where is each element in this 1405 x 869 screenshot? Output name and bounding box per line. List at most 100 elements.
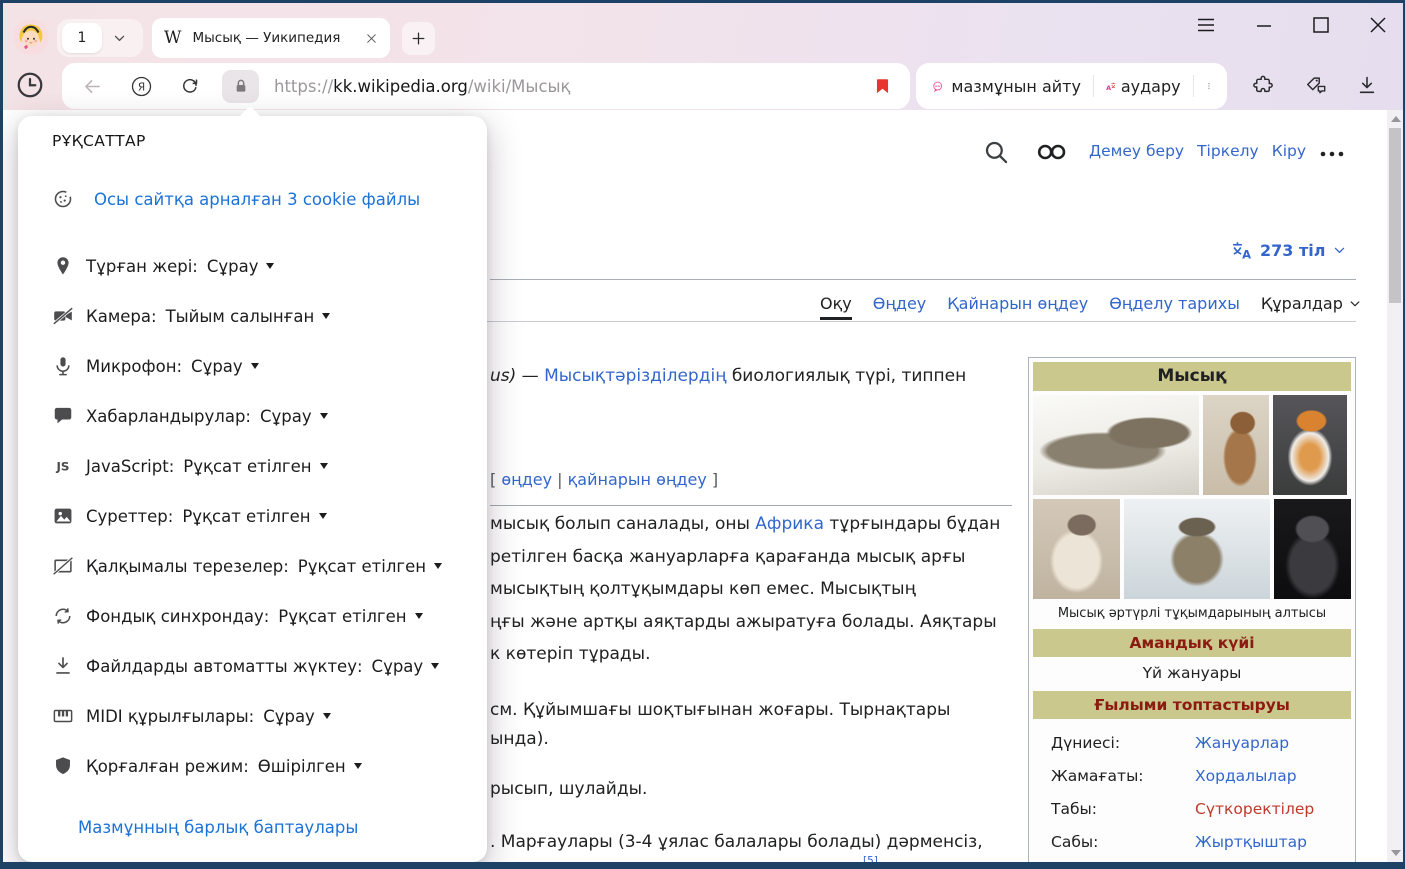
window-minimize-button[interactable] [1252, 13, 1276, 37]
more-menu-dots-icon[interactable] [1318, 147, 1346, 161]
caret-down-icon[interactable] [320, 463, 328, 469]
taxonomy-value-link[interactable]: Жыртқыштар [1195, 833, 1351, 851]
caret-down-icon[interactable] [323, 713, 331, 719]
permission-value[interactable]: Сұрау [191, 357, 243, 376]
appearance-glasses-icon[interactable] [1036, 143, 1068, 161]
all-content-settings-row: Мазмұнның барлық баптаулары [78, 818, 358, 837]
read-aloud-button[interactable]: мазмұнын айту [951, 77, 1081, 96]
article-text-line: рысып, шулайды. [490, 779, 647, 799]
permission-row[interactable]: JS JavaScript: Рұқсат етілген [52, 453, 328, 479]
tab-Құралдар[interactable]: Құралдар [1261, 294, 1362, 313]
browser-tab[interactable]: W Мысық — Уикипедия [152, 18, 390, 58]
window-close-button[interactable] [1366, 13, 1390, 37]
site-permissions-lock-button[interactable] [222, 70, 259, 103]
window-frame-left [0, 0, 3, 869]
search-icon[interactable] [983, 139, 1009, 165]
tab-count-badge[interactable]: 1 [62, 23, 102, 53]
permission-value[interactable]: Өшірілген [258, 757, 346, 776]
permission-value[interactable]: Тыйым салынған [166, 307, 315, 326]
article-link[interactable]: Африка [755, 514, 824, 534]
caret-down-icon[interactable] [431, 663, 439, 669]
collections-tag-icon[interactable] [1305, 74, 1327, 96]
permission-row[interactable]: Хабарландырулар: Сұрау [52, 403, 328, 429]
chevron-down-icon[interactable] [112, 31, 127, 46]
permission-row[interactable]: Фондық синхрондау: Рұқсат етілген [52, 603, 423, 629]
article-text-line: ретілген басқа жануарларға қарағанда мыс… [490, 547, 965, 567]
window-maximize-button[interactable] [1309, 13, 1333, 37]
language-selector[interactable]: A 273 тіл [1230, 239, 1347, 262]
permission-value[interactable]: Рұқсат етілген [298, 557, 426, 576]
back-arrow-icon[interactable] [82, 76, 103, 97]
tab-Өңделу тарихы[interactable]: Өңделу тарихы [1109, 294, 1240, 313]
permission-value[interactable]: Рұқсат етілген [278, 607, 406, 626]
window-menu-button[interactable] [1194, 13, 1218, 37]
all-content-settings-link[interactable]: Мазмұнның барлық баптаулары [78, 818, 358, 837]
profile-avatar-icon[interactable] [13, 19, 49, 55]
permission-value[interactable]: Сұрау [260, 407, 312, 426]
bookmark-flag-icon[interactable] [873, 75, 892, 97]
taxonomy-value-link[interactable]: Жануарлар [1195, 734, 1351, 752]
history-clock-icon[interactable] [15, 70, 45, 100]
siamese-cat-photo[interactable] [1033, 499, 1120, 599]
wiki-header-link[interactable]: Кіру [1272, 142, 1306, 160]
caret-down-icon[interactable] [415, 613, 423, 619]
permission-row[interactable]: Тұрған жері: Сұрау [52, 253, 274, 279]
caret-down-icon[interactable] [251, 363, 259, 369]
reload-icon[interactable] [180, 76, 200, 96]
popup-icon [52, 555, 74, 577]
abyssinian-cat-photo[interactable] [1203, 395, 1269, 495]
address-bar[interactable]: Я https://kk.wikipedia.org/wiki/Мысық [62, 63, 910, 109]
permission-value[interactable]: Рұқсат етілген [183, 457, 311, 476]
scrollbar-up-arrow[interactable] [1391, 116, 1401, 122]
wiki-header-link[interactable]: Демеу беру [1089, 142, 1184, 160]
infobox: Мысық Мысық әртүрлі тұқымдарының алтысы … [1028, 357, 1356, 869]
caret-down-icon[interactable] [266, 263, 274, 269]
permission-value[interactable]: Сұрау [263, 707, 315, 726]
edit-source-link[interactable]: қайнарын өңдеу [568, 470, 707, 489]
tab-Өңдеу[interactable]: Өңдеу [873, 294, 927, 313]
bracket: ] [707, 470, 718, 489]
taxonomy-value-link[interactable]: Хордалылар [1195, 767, 1351, 785]
gray-cat-photo[interactable] [1274, 499, 1351, 599]
tab-close-icon[interactable] [365, 32, 378, 45]
permission-row[interactable]: Қорғалған режим: Өшірілген [52, 753, 362, 779]
new-tab-button[interactable] [402, 22, 435, 55]
tabby-cat-lying-photo[interactable] [1033, 395, 1199, 495]
tab-group-button[interactable]: 1 [57, 19, 143, 57]
tabby-cat-snow-photo[interactable] [1124, 499, 1270, 599]
wiki-header-link[interactable]: Тіркелу [1197, 142, 1259, 160]
permission-row[interactable]: Камера: Тыйым салынған [52, 303, 330, 329]
cookie-files-link[interactable]: Осы сайтқа арналған 3 cookie файлы [94, 190, 420, 209]
url-text[interactable]: https://kk.wikipedia.org/wiki/Мысық [274, 77, 571, 96]
tab-Қайнарын өңдеу[interactable]: Қайнарын өңдеу [947, 294, 1088, 313]
caret-down-icon[interactable] [322, 313, 330, 319]
read-aloud-icon[interactable]: «« [932, 75, 943, 98]
scrollbar-thumb[interactable] [1389, 128, 1401, 303]
permission-value[interactable]: Рұқсат етілген [182, 507, 310, 526]
orange-white-cat-photo[interactable] [1273, 395, 1347, 495]
more-options-icon[interactable] [1205, 78, 1213, 94]
extensions-puzzle-icon[interactable] [1252, 74, 1274, 96]
sync-icon [52, 605, 74, 627]
translate-icon[interactable]: A [1105, 75, 1116, 98]
caret-down-icon[interactable] [354, 763, 362, 769]
permission-row[interactable]: Файлдарды автоматты жүктеу: Сұрау [52, 653, 439, 679]
taxonomy-value-link[interactable]: Сүткоректілер [1195, 800, 1351, 818]
yandex-logo-icon[interactable]: Я [131, 76, 152, 97]
downloads-icon[interactable] [1356, 74, 1378, 96]
tab-Оқу[interactable]: Оқу [820, 294, 852, 320]
permission-value[interactable]: Сұрау [372, 657, 424, 676]
permission-row[interactable]: Микрофон: Сұрау [52, 353, 259, 379]
permission-row[interactable]: MIDI құрылғылары: Сұрау [52, 703, 331, 729]
caret-down-icon[interactable] [320, 413, 328, 419]
caret-down-icon[interactable] [319, 513, 327, 519]
caret-down-icon[interactable] [434, 563, 442, 569]
permission-row[interactable]: Суреттер: Рұқсат етілген [52, 503, 327, 529]
edit-link[interactable]: өңдеу [501, 470, 552, 489]
scrollbar-down-arrow[interactable] [1391, 850, 1401, 856]
permission-value[interactable]: Сұрау [207, 257, 259, 276]
permission-label: Хабарландырулар: [86, 407, 251, 426]
article-link[interactable]: Мысықтәрізділердің [544, 366, 726, 386]
permission-row[interactable]: Қалқымалы терезелер: Рұқсат етілген [52, 553, 442, 579]
translate-button[interactable]: аудару [1121, 77, 1181, 96]
